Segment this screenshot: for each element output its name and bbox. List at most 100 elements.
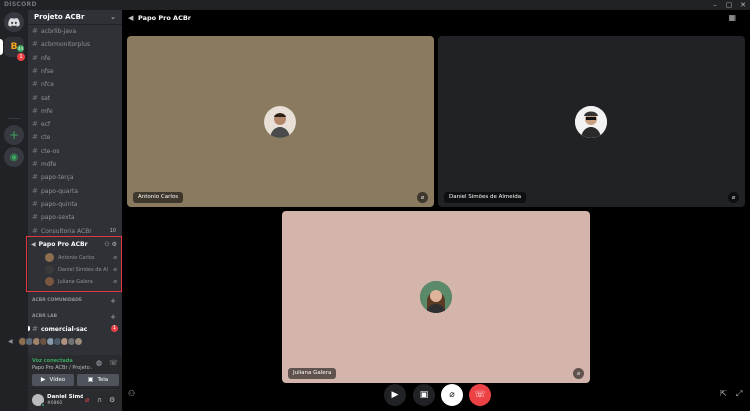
category-label: ACBR COMUNIDADE: [32, 298, 82, 303]
mic-muted-icon[interactable]: ⌀: [85, 396, 89, 404]
home-button[interactable]: [4, 12, 24, 32]
maximize-button[interactable]: ▢: [722, 0, 736, 10]
channel-item[interactable]: # mdfe: [32, 158, 118, 170]
add-server-button[interactable]: +: [4, 125, 24, 145]
mic-muted-icon: ⌀: [113, 254, 117, 261]
mic-muted-icon: ⌀: [728, 192, 739, 203]
channel-item[interactable]: # sat: [32, 92, 118, 104]
gear-icon[interactable]: ⚙: [112, 241, 117, 248]
voice-channel-title[interactable]: ◀ Papo Pro ACBr: [31, 239, 88, 250]
avatar: [45, 265, 54, 274]
popout-icon[interactable]: ⇱: [720, 389, 727, 398]
chevron-down-icon: ⌄: [110, 13, 116, 21]
channel-item[interactable]: # papo-terça: [32, 171, 118, 183]
category-label: ACBR LAB: [32, 314, 58, 319]
fullscreen-icon[interactable]: ⤢: [736, 389, 742, 399]
share-screen-button[interactable]: ▣: [413, 384, 435, 406]
close-window-button[interactable]: ✕: [736, 0, 750, 10]
voice-connection-panel: Voz conectada Papo Pro ACBr / Projeto AC…: [28, 355, 122, 389]
channel-item[interactable]: # cte-os: [32, 145, 118, 157]
disconnect-icon[interactable]: ☏: [109, 359, 118, 367]
channel-name: sat: [41, 94, 51, 102]
speaker-icon: ◀: [128, 14, 134, 22]
add-channel-icon[interactable]: +: [110, 296, 116, 306]
channel-name: Consultoria ACBr: [41, 227, 92, 235]
invite-user-icon[interactable]: ⚇: [104, 241, 109, 248]
avatar: [45, 277, 54, 286]
channel-name: papo-terça: [41, 174, 74, 182]
guild-header[interactable]: Projeto ACBr ⌄: [28, 10, 122, 25]
video-tile-daniel[interactable]: Daniel Simões de Almeida ⌀: [438, 36, 745, 207]
channel-item[interactable]: # papo-quarta: [32, 185, 118, 197]
voice-status-channel[interactable]: Papo Pro ACBr / Projeto AC...: [32, 365, 92, 371]
avatar-image: [264, 106, 296, 138]
channel-name: acbrlib-java: [41, 28, 77, 35]
user-panel: Daniel Simõ... #0860 ⌀ ∩ ⚙: [28, 390, 122, 411]
channel-item[interactable]: # ecf: [32, 118, 118, 130]
voice-user[interactable]: Juliana Galera ⌀: [45, 276, 119, 288]
avatar: [45, 253, 54, 262]
category-acbr-comunidade[interactable]: ACBR COMUNIDADE +: [32, 296, 118, 306]
channel-name: papo-quinta: [41, 200, 78, 208]
camera-icon: ▶: [391, 390, 399, 400]
video-button[interactable]: ▶ Vídeo: [32, 374, 74, 386]
voice-user[interactable]: Antonio Carlos ⌀: [45, 252, 119, 264]
active-voice-channel[interactable]: ◀ Papo Pro ACBr ⚇ ⚙ Antonio Carlos ⌀ Dani…: [26, 236, 122, 292]
active-server-pill: [0, 39, 3, 55]
channel-item[interactable]: # acbrmonitorplus: [32, 38, 118, 50]
hash-icon: #: [32, 160, 38, 168]
participant-name: Daniel Simões de Almeida: [444, 192, 527, 203]
hash-icon: #: [32, 199, 38, 208]
voice-user[interactable]: Daniel Simões de Al... ⌀: [45, 264, 119, 276]
channel-item[interactable]: # nfse: [32, 65, 118, 77]
channel-item[interactable]: # papo-sexta: [32, 211, 118, 223]
channel-name: nfce: [41, 81, 54, 89]
avatar: [264, 106, 296, 138]
plus-icon: +: [8, 128, 20, 142]
screen-button-label: Tela: [97, 377, 109, 383]
hash-icon: #: [32, 80, 38, 89]
channel-item[interactable]: # nfe: [32, 52, 118, 64]
voice-user-name: Juliana Galera: [58, 279, 93, 285]
channel-item[interactable]: # mfe: [32, 105, 118, 117]
category-acbr-lab[interactable]: ACBR LAB +: [32, 312, 118, 322]
screen-share-button[interactable]: ▣ Tela: [77, 374, 119, 386]
mic-muted-icon: ⌀: [449, 390, 455, 400]
video-tile-antonio[interactable]: Antonio Carlos ⌀: [127, 36, 434, 207]
video-tile-juliana[interactable]: Juliana Galera ⌀: [282, 211, 590, 383]
grid-layout-icon[interactable]: ▦: [728, 10, 736, 26]
leave-call-button[interactable]: ☏: [469, 384, 491, 406]
server-rail: B 44 1 + ◉: [0, 10, 28, 411]
avatar-image: [420, 281, 452, 313]
server-mention-badge: 1: [17, 53, 25, 61]
voice-user-name: Antonio Carlos: [58, 255, 95, 261]
channel-item[interactable]: # cte: [32, 131, 118, 143]
avatar: [575, 106, 607, 138]
gear-icon[interactable]: ⚙: [109, 396, 115, 404]
channel-name: acbrmonitorplus: [41, 41, 91, 49]
hash-icon: #: [32, 106, 38, 115]
headphones-icon[interactable]: ∩: [97, 396, 102, 404]
channel-name: mdfe: [41, 161, 57, 168]
channel-item[interactable]: # nfce: [32, 78, 118, 90]
channel-name: cte-os: [41, 147, 60, 155]
channel-item[interactable]: # acbrlib-java: [32, 25, 118, 37]
add-user-icon[interactable]: ⚇: [128, 389, 135, 398]
explore-servers-button[interactable]: ◉: [4, 147, 24, 167]
add-channel-icon[interactable]: +: [110, 312, 116, 322]
channel-item[interactable]: # papo-quinta: [32, 198, 118, 210]
screen-icon: ▣: [87, 376, 94, 383]
camera-icon: ▶: [40, 376, 46, 383]
channel-name: nfse: [41, 67, 54, 75]
mic-muted-icon: ⌀: [113, 266, 117, 273]
channel-comercial-sac[interactable]: # comercial-sac: [32, 323, 118, 335]
noise-suppression-icon[interactable]: ◍: [96, 359, 102, 367]
mic-muted-icon: ⌀: [573, 368, 584, 379]
hash-icon: #: [32, 53, 38, 62]
speaker-icon: ◀: [8, 338, 13, 345]
toggle-mute-button[interactable]: ⌀: [441, 384, 463, 406]
channel-item[interactable]: # Consultoria ACBr 10: [32, 225, 118, 237]
toggle-camera-button[interactable]: ▶: [384, 384, 406, 406]
minimize-button[interactable]: –: [708, 0, 722, 10]
video-button-label: Vídeo: [49, 377, 66, 383]
